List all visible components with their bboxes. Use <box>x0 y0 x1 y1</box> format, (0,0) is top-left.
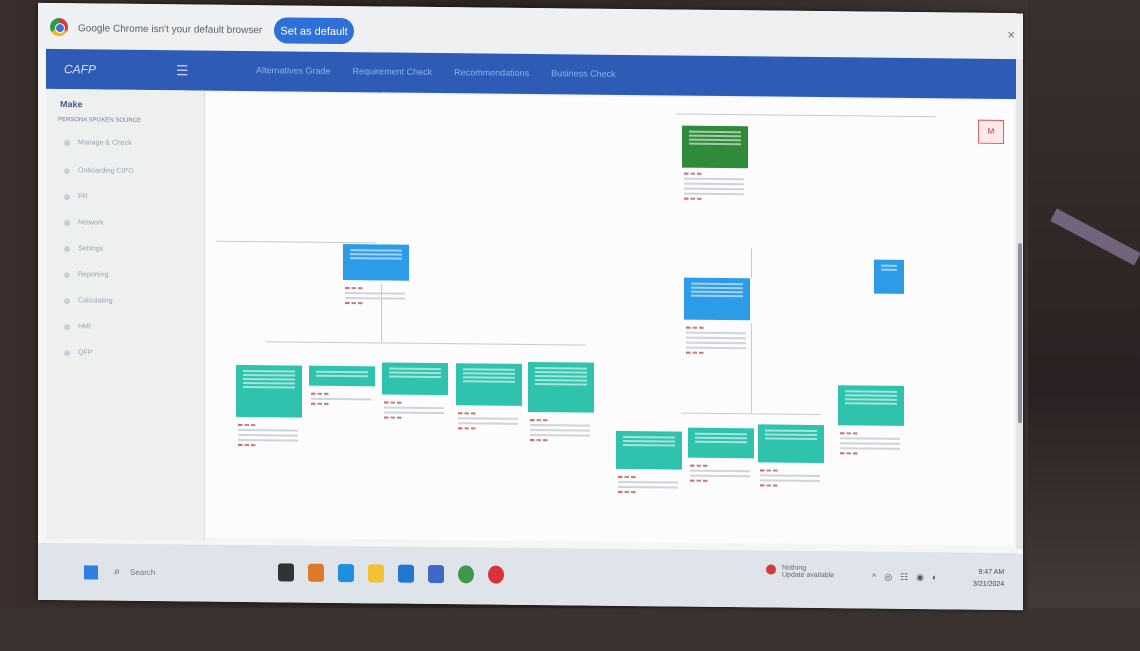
node-meta <box>345 284 405 308</box>
windows-taskbar: ⌕ Search Nothing Update available ^◎☷◉◐ 9… <box>38 542 1023 611</box>
org-node[interactable] <box>528 361 594 413</box>
org-node[interactable] <box>616 430 682 470</box>
app-icon[interactable] <box>278 563 294 582</box>
search-icon[interactable]: ⌕ <box>114 566 120 579</box>
pinned-apps <box>278 563 504 584</box>
org-node[interactable] <box>456 363 522 406</box>
sidebar-item-label: Network <box>78 219 104 227</box>
node-meta <box>690 462 750 486</box>
sidebar-item-label: Onboarding CIPO <box>78 167 134 175</box>
org-node[interactable] <box>838 385 904 426</box>
nav-item[interactable]: Alternatives Grade <box>256 65 331 76</box>
item-icon <box>64 167 70 174</box>
menu-icon[interactable]: ☰ <box>176 62 189 79</box>
sidebar-item-label: Calculating <box>78 297 113 305</box>
sidebar-item[interactable]: Settings <box>64 245 104 253</box>
org-node[interactable] <box>343 244 409 281</box>
org-node[interactable] <box>758 424 824 464</box>
sidebar-item[interactable]: Calculating <box>64 297 113 305</box>
sidebar-item-label: Settings <box>78 245 104 253</box>
nav-item[interactable]: Requirement Check <box>353 66 433 77</box>
app-logo[interactable]: CAFP <box>64 62 96 76</box>
node-meta <box>458 409 518 433</box>
org-node[interactable] <box>236 364 302 418</box>
sidebar-item-label: QFP <box>78 349 93 357</box>
connector <box>751 248 752 279</box>
sidebar-item-label: Manage & Check <box>78 139 132 147</box>
nav-item[interactable]: Recommendations <box>454 67 529 78</box>
chrome-icon <box>50 17 68 37</box>
app-icon[interactable] <box>308 563 324 582</box>
sidebar-item-label: Reporting <box>78 271 109 279</box>
org-chart-canvas[interactable] <box>206 92 1014 547</box>
item-icon <box>64 219 70 226</box>
sidebar-item[interactable]: PR <box>64 193 88 200</box>
connector <box>266 341 586 346</box>
item-icon <box>64 245 70 252</box>
taskbar-clock[interactable]: 9:47 AM 3/21/2024 <box>973 567 1004 591</box>
alert-badge[interactable]: M <box>978 119 1004 144</box>
system-tray-icons[interactable]: ^◎☷◉◐ <box>872 572 945 584</box>
node-meta <box>618 473 678 497</box>
node-meta <box>760 466 820 490</box>
sidebar-item[interactable]: Onboarding CIPO <box>64 167 134 175</box>
node-meta <box>686 324 746 358</box>
windows-start-icon[interactable] <box>84 565 98 580</box>
set-as-default-button[interactable]: Set as default <box>274 17 354 45</box>
top-nav: Alternatives Grade Requirement Check Rec… <box>256 65 616 79</box>
edge-icon[interactable] <box>338 563 354 583</box>
org-node[interactable] <box>382 362 448 396</box>
sidebar: Make PERSONA SPOKEN SOURCE Manage & Chec… <box>46 88 205 541</box>
infobar-text: Google Chrome isn't your default browser <box>78 23 263 37</box>
chrome-taskbar-icon[interactable] <box>458 565 474 584</box>
connector <box>676 113 936 118</box>
sidebar-item[interactable]: HMI <box>64 323 91 330</box>
opera-icon[interactable] <box>488 565 504 584</box>
store-icon[interactable] <box>398 564 414 583</box>
sidebar-item[interactable]: Manage & Check <box>64 139 132 147</box>
close-icon[interactable]: × <box>1007 27 1015 42</box>
org-node[interactable] <box>688 427 754 459</box>
node-meta <box>684 170 744 204</box>
sidebar-item-label: HMI <box>78 323 91 331</box>
file-explorer-icon[interactable] <box>368 564 384 583</box>
sidebar-subtitle: PERSONA SPOKEN SOURCE <box>58 117 142 124</box>
org-node[interactable] <box>309 365 375 387</box>
item-icon <box>64 271 70 278</box>
org-node[interactable] <box>684 277 750 321</box>
app-icon[interactable] <box>428 564 444 584</box>
item-icon <box>64 193 70 200</box>
node-meta <box>530 416 590 445</box>
node-meta <box>311 390 371 409</box>
item-icon <box>64 349 70 356</box>
room-wall <box>1028 0 1140 651</box>
node-meta <box>238 421 298 450</box>
connector <box>216 240 376 244</box>
tray-notice: Nothing Update available <box>782 564 835 580</box>
org-node-root[interactable] <box>682 125 748 169</box>
item-icon <box>64 297 70 304</box>
sidebar-item[interactable]: QFP <box>64 349 92 356</box>
sidebar-item[interactable]: Reporting <box>64 271 109 279</box>
monitor-bezel-bottom <box>0 608 1140 651</box>
node-meta <box>840 429 900 458</box>
sidebar-item[interactable]: Network <box>64 219 104 227</box>
light-streak <box>1050 208 1140 266</box>
taskbar-search[interactable]: Search <box>130 568 155 577</box>
sidebar-item-label: PR <box>78 193 88 201</box>
scrollbar-thumb[interactable] <box>1018 243 1022 424</box>
connector <box>751 323 752 414</box>
connector <box>681 412 821 416</box>
item-icon <box>64 323 70 330</box>
item-icon <box>64 139 70 146</box>
notification-alert-icon[interactable] <box>766 564 776 575</box>
monitor-screen: Google Chrome isn't your default browser… <box>38 2 1023 611</box>
org-node[interactable] <box>874 259 904 294</box>
sidebar-header: Make <box>60 99 83 110</box>
nav-item[interactable]: Business Check <box>551 68 616 79</box>
node-meta <box>384 398 444 422</box>
